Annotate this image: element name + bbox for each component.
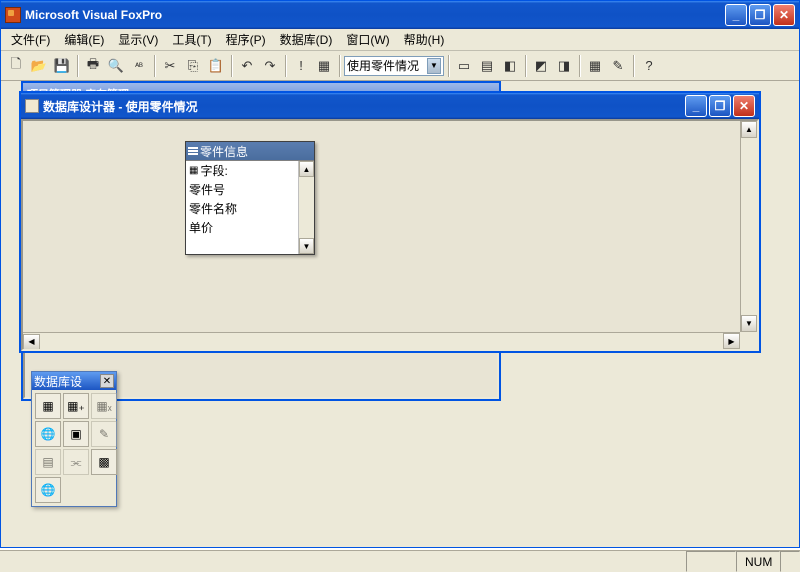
report-icon[interactable]: ▤ — [476, 55, 498, 77]
table-body: ▦ 字段: 零件号 零件名称 单价 ▲ ▼ — [186, 160, 314, 254]
field-name: 单价 — [189, 219, 213, 236]
scroll-down-icon[interactable]: ▼ — [741, 315, 757, 332]
menu-help[interactable]: 帮助(H) — [398, 29, 451, 50]
db-minimize-button[interactable]: _ — [685, 95, 707, 117]
chevron-down-icon[interactable]: ▼ — [427, 58, 441, 74]
scroll-down-icon[interactable]: ▼ — [299, 238, 314, 254]
browse-table-icon[interactable]: ▤ — [35, 449, 61, 475]
menu-edit[interactable]: 编辑(E) — [58, 29, 110, 50]
canvas-vscroll[interactable]: ▲ ▼ — [740, 121, 757, 332]
connection-icon[interactable]: ▩ — [91, 449, 117, 475]
autoreport-icon[interactable]: ◨ — [553, 55, 575, 77]
copy-icon[interactable]: ⎘ — [182, 55, 204, 77]
browse-icon[interactable]: ▦ — [584, 55, 606, 77]
field-row[interactable]: 零件名称 — [186, 199, 314, 218]
status-bar: NUM — [0, 550, 800, 572]
minimize-button[interactable]: _ — [725, 4, 747, 26]
database-canvas[interactable]: 零件信息 ▦ 字段: 零件号 零件名称 单价 ▲ ▼ — [21, 119, 759, 351]
menu-program[interactable]: 程序(P) — [220, 29, 272, 50]
menu-database[interactable]: 数据库(D) — [274, 29, 339, 50]
status-cell — [686, 551, 736, 572]
scroll-up-icon[interactable]: ▲ — [299, 161, 314, 177]
save-icon[interactable]: 💾 — [51, 55, 73, 77]
field-name: 零件号 — [189, 181, 225, 198]
scroll-up-icon[interactable]: ▲ — [741, 121, 757, 138]
new-local-view-icon[interactable]: ▣ — [63, 421, 89, 447]
database-combo-value: 使用零件情况 — [347, 57, 427, 74]
new-remote-view-icon[interactable]: 🌐 — [35, 421, 61, 447]
edit-relationship-icon[interactable]: ⫘ — [63, 449, 89, 475]
app-title: Microsoft Visual FoxPro — [25, 8, 725, 22]
scroll-right-icon[interactable]: ▶ — [723, 333, 740, 349]
toolbox-title-text: 数据库设 — [34, 373, 100, 390]
cut-icon[interactable]: ✂ — [159, 55, 181, 77]
paste-icon[interactable]: 📋 — [205, 55, 227, 77]
maximize-button[interactable]: ❐ — [749, 4, 771, 26]
new-icon[interactable]: 🗋 — [5, 55, 27, 77]
db-close-button[interactable]: ✕ — [733, 95, 755, 117]
remove-table-icon[interactable]: ▦ₓ — [91, 393, 117, 419]
table-grip-icon — [188, 146, 198, 156]
label-icon[interactable]: ◧ — [499, 55, 521, 77]
open-icon[interactable]: 📂 — [28, 55, 50, 77]
document-icon — [25, 99, 39, 113]
preview-icon[interactable]: 🔍 — [105, 55, 127, 77]
table-scrollbar[interactable]: ▲ ▼ — [298, 161, 314, 254]
db-maximize-button[interactable]: ❐ — [709, 95, 731, 117]
database-designer-titlebar[interactable]: 数据库设计器 - 使用零件情况 _ ❐ ✕ — [21, 93, 759, 119]
print-icon[interactable]: 🖶 — [82, 55, 104, 77]
mdi-area: 项目管理器 库存管理 数据库设计器 - 使用零件情况 _ ❐ ✕ — [1, 81, 799, 547]
app-titlebar[interactable]: Microsoft Visual FoxPro _ ❐ ✕ — [1, 1, 799, 29]
fields-header-label: 字段: — [200, 162, 227, 179]
table-header[interactable]: 零件信息 — [186, 142, 314, 160]
modify-table-icon[interactable]: ✎ — [91, 421, 117, 447]
grid-icon: ▦ — [189, 165, 198, 176]
field-row[interactable]: 零件号 — [186, 180, 314, 199]
toolbox-close-button[interactable]: ✕ — [100, 374, 114, 388]
undo-icon[interactable]: ↶ — [236, 55, 258, 77]
scroll-left-icon[interactable]: ◀ — [23, 334, 40, 350]
database-combo[interactable]: 使用零件情况 ▼ — [344, 56, 444, 76]
table-tile[interactable]: 零件信息 ▦ 字段: 零件号 零件名称 单价 ▲ ▼ — [185, 141, 315, 255]
field-row[interactable]: 单价 — [186, 218, 314, 237]
toolbar: 🗋 📂 💾 🖶 🔍 ᴬᴮ ✂ ⎘ 📋 ↶ ↷ ! ▦ 使用零件情况 ▼ ▭ ▤ … — [1, 51, 799, 81]
sql-icon[interactable]: ✎ — [607, 55, 629, 77]
help-icon[interactable]: ? — [638, 55, 660, 77]
menu-view[interactable]: 显示(V) — [112, 29, 164, 50]
new-table-icon[interactable]: ▦ — [35, 393, 61, 419]
status-cell — [780, 551, 800, 572]
spellcheck-icon[interactable]: ᴬᴮ — [128, 55, 150, 77]
menu-tools[interactable]: 工具(T) — [166, 29, 217, 50]
redo-icon[interactable]: ↷ — [259, 55, 281, 77]
field-name: 零件名称 — [189, 200, 237, 217]
app-icon — [5, 7, 21, 23]
autoform-icon[interactable]: ◩ — [530, 55, 552, 77]
database-designer-window[interactable]: 数据库设计器 - 使用零件情况 _ ❐ ✕ 零件信息 — [19, 91, 761, 353]
status-num: NUM — [736, 551, 780, 572]
database-toolbox[interactable]: 数据库设 ✕ ▦ ▦₊ ▦ₓ 🌐 ▣ ✎ ▤ ⫘ ▩ 🌐 — [31, 371, 117, 507]
scroll-corner — [740, 332, 757, 349]
close-button[interactable]: ✕ — [773, 4, 795, 26]
menu-file[interactable]: 文件(F) — [5, 29, 56, 50]
form-icon[interactable]: ▭ — [453, 55, 475, 77]
menu-window[interactable]: 窗口(W) — [340, 29, 395, 50]
toolbox-titlebar[interactable]: 数据库设 ✕ — [32, 372, 116, 390]
stored-procedure-icon[interactable]: 🌐 — [35, 477, 61, 503]
app-window: Microsoft Visual FoxPro _ ❐ ✕ 文件(F) 编辑(E… — [0, 0, 800, 548]
menubar: 文件(F) 编辑(E) 显示(V) 工具(T) 程序(P) 数据库(D) 窗口(… — [1, 29, 799, 51]
add-table-icon[interactable]: ▦₊ — [63, 393, 89, 419]
cursor-icon — [393, 349, 409, 351]
table-title: 零件信息 — [200, 143, 248, 160]
database-designer-title: 数据库设计器 - 使用零件情况 — [43, 98, 685, 115]
toolbox-grid: ▦ ▦₊ ▦ₓ 🌐 ▣ ✎ ▤ ⫘ ▩ 🌐 — [32, 390, 116, 506]
canvas-hscroll[interactable]: ◀ ▶ — [23, 332, 740, 349]
fields-header-row: ▦ 字段: — [186, 161, 314, 180]
modify-icon[interactable]: ▦ — [313, 55, 335, 77]
run-icon[interactable]: ! — [290, 55, 312, 77]
